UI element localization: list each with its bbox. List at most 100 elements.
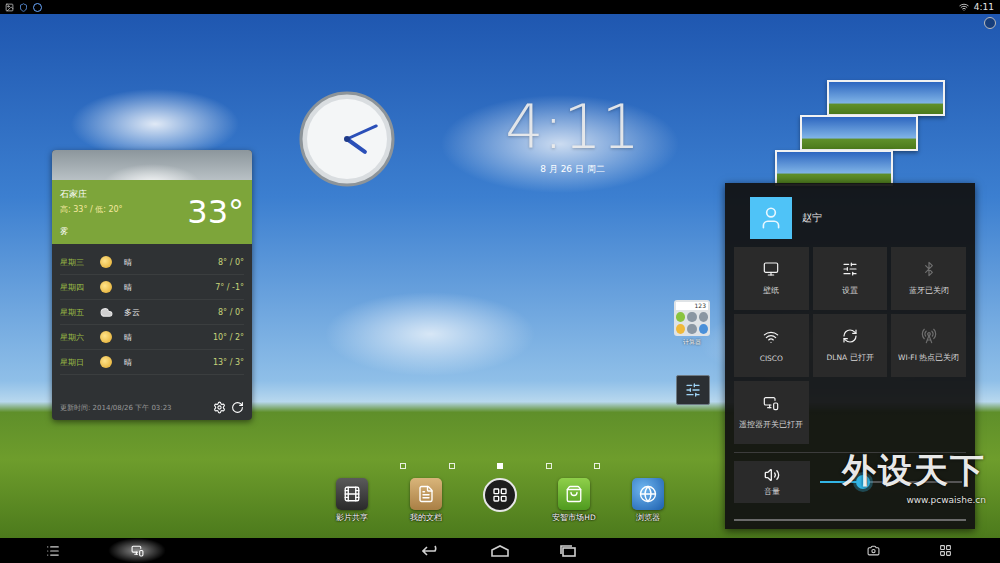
- page-indicator: [400, 463, 600, 469]
- dock-app[interactable]: 安智市场HD: [537, 478, 611, 523]
- forecast-row: 星期五多云8° / 0°: [60, 300, 244, 325]
- calculator-label: 计算器: [683, 338, 701, 347]
- weather-city: 石家庄: [60, 188, 123, 201]
- recent-thumbnail[interactable]: [775, 150, 893, 186]
- app-switch-button[interactable]: [934, 542, 956, 560]
- remote-icon: [763, 395, 779, 411]
- film-icon: [343, 485, 361, 503]
- page-dot[interactable]: [400, 463, 406, 469]
- clock-date: 8 月 26 日 周二: [540, 163, 605, 176]
- forecast-condition: 晴: [124, 282, 215, 293]
- tile-label: 遥控器开关已打开: [739, 420, 803, 430]
- forecast-day: 星期四: [60, 282, 100, 293]
- picture-icon: [5, 3, 14, 12]
- app-label: 安智市场HD: [552, 513, 595, 523]
- recents-icon: [558, 545, 578, 557]
- forecast-range: 13° / 3°: [213, 358, 244, 367]
- remote-icon: [131, 544, 144, 557]
- sun-icon: [100, 356, 112, 368]
- weather-current: 石家庄高: 33° / 低: 20°雾33°: [52, 180, 252, 244]
- volume-slider[interactable]: [820, 481, 962, 483]
- home-button[interactable]: [489, 542, 511, 560]
- weather-widget[interactable]: 石家庄高: 33° / 低: 20°雾33°星期三晴8° / 0°星期四晴7° …: [52, 150, 252, 420]
- back-button[interactable]: [421, 542, 443, 560]
- screenshot-button[interactable]: [862, 542, 884, 560]
- dlna-icon: [842, 328, 858, 344]
- quick-tile[interactable]: DLNA 已打开: [813, 314, 888, 377]
- page-dot[interactable]: [594, 463, 600, 469]
- all-apps[interactable]: [463, 478, 537, 523]
- forecast-condition: 多云: [124, 307, 218, 318]
- forecast-range: 8° / 0°: [218, 308, 244, 317]
- dock-app[interactable]: 浏览器: [611, 478, 685, 523]
- settings-icon: [842, 261, 858, 277]
- refresh-icon[interactable]: [231, 401, 244, 414]
- quick-tile[interactable]: WI-FI 热点已关闭: [891, 314, 966, 377]
- tile-label: WI-FI 热点已关闭: [898, 353, 959, 363]
- all-apps-button[interactable]: [483, 478, 517, 512]
- tile-label: 蓝牙已关闭: [909, 286, 949, 296]
- page-dot[interactable]: [449, 463, 455, 469]
- tile-label: DLNA 已打开: [826, 353, 873, 363]
- volume-tile[interactable]: 音量: [734, 461, 810, 503]
- tile-label: CISCO: [760, 354, 783, 363]
- forecast-row: 星期三晴8° / 0°: [60, 250, 244, 275]
- recent-thumbnail[interactable]: [827, 80, 945, 116]
- app-icon[interactable]: [632, 478, 664, 510]
- sync-icon: [33, 3, 42, 12]
- quick-tile[interactable]: CISCO: [734, 314, 809, 377]
- android-home-screen: 4:11石家庄高: 33° / 低: 20°雾33°星期三晴8° / 0°星期四…: [0, 0, 1000, 563]
- app-icon[interactable]: [336, 478, 368, 510]
- user-name: 赵宁: [802, 211, 822, 225]
- calculator-widget[interactable]: 123 计算器: [674, 300, 710, 347]
- forecast-condition: 晴: [124, 332, 213, 343]
- weather-sky: [52, 150, 252, 180]
- quick-settings-panel: 赵宁壁纸设置蓝牙已关闭 CISCO DLNA 已打开 WI-FI 热点已关闭遥控器开关…: [725, 183, 975, 529]
- gear-icon[interactable]: [213, 401, 226, 414]
- recent-thumbnail[interactable]: [800, 115, 918, 151]
- forecast-row: 星期四晴7° / -1°: [60, 275, 244, 300]
- app-label: 影片共享: [336, 513, 368, 523]
- watermark: 外设天下www.pcwaishe.cn: [842, 452, 986, 505]
- avatar[interactable]: [750, 197, 792, 239]
- forecast-day: 星期三: [60, 257, 100, 268]
- camera-icon: [867, 544, 880, 557]
- recents-button[interactable]: [557, 542, 579, 560]
- forecast-list: 星期三晴8° / 0°星期四晴7° / -1°星期五多云8° / 0°星期六晴1…: [52, 244, 252, 381]
- grid-icon: [939, 544, 952, 557]
- forecast-row: 星期日晴13° / 3°: [60, 350, 244, 375]
- calculator-display: 123: [676, 302, 708, 310]
- analog-clock: [298, 90, 396, 188]
- app-icon[interactable]: [410, 478, 442, 510]
- remote-button[interactable]: [108, 538, 166, 563]
- volume-row: 音量: [734, 452, 966, 503]
- market-icon: [565, 485, 583, 503]
- user-header[interactable]: 赵宁: [734, 189, 966, 247]
- settings-widget[interactable]: [676, 375, 710, 405]
- wallpaper-icon: [763, 261, 779, 277]
- page-dot[interactable]: [546, 463, 552, 469]
- account-icon[interactable]: [984, 17, 996, 29]
- menu-button[interactable]: [42, 542, 64, 560]
- dock-app[interactable]: 我的文档: [389, 478, 463, 523]
- forecast-condition: 晴: [124, 257, 218, 268]
- app-icon[interactable]: [558, 478, 590, 510]
- volume-thumb[interactable]: [856, 475, 870, 489]
- wifi-icon: [763, 329, 779, 345]
- desktop: 石家庄高: 33° / 低: 20°雾33°星期三晴8° / 0°星期四晴7° …: [0, 14, 1000, 538]
- clock-time: 4:11: [505, 96, 640, 159]
- forecast-row: 星期六晴10° / 2°: [60, 325, 244, 350]
- digital-clock[interactable]: 4:11 8 月 26 日 周二: [490, 96, 655, 176]
- quick-tile[interactable]: 壁纸: [734, 247, 809, 310]
- forecast-day: 星期日: [60, 357, 100, 368]
- dock-app[interactable]: 影片共享: [315, 478, 389, 523]
- watermark-url: www.pcwaishe.cn: [906, 495, 986, 505]
- page-dot[interactable]: [497, 463, 503, 469]
- quick-tile[interactable]: 蓝牙已关闭: [891, 247, 966, 310]
- forecast-day: 星期六: [60, 332, 100, 343]
- quick-tile[interactable]: 设置: [813, 247, 888, 310]
- back-icon: [422, 545, 442, 557]
- quick-tile[interactable]: 遥控器开关已打开: [734, 381, 809, 444]
- system-icons: 4:11: [959, 2, 994, 12]
- panel-handle[interactable]: [734, 519, 966, 521]
